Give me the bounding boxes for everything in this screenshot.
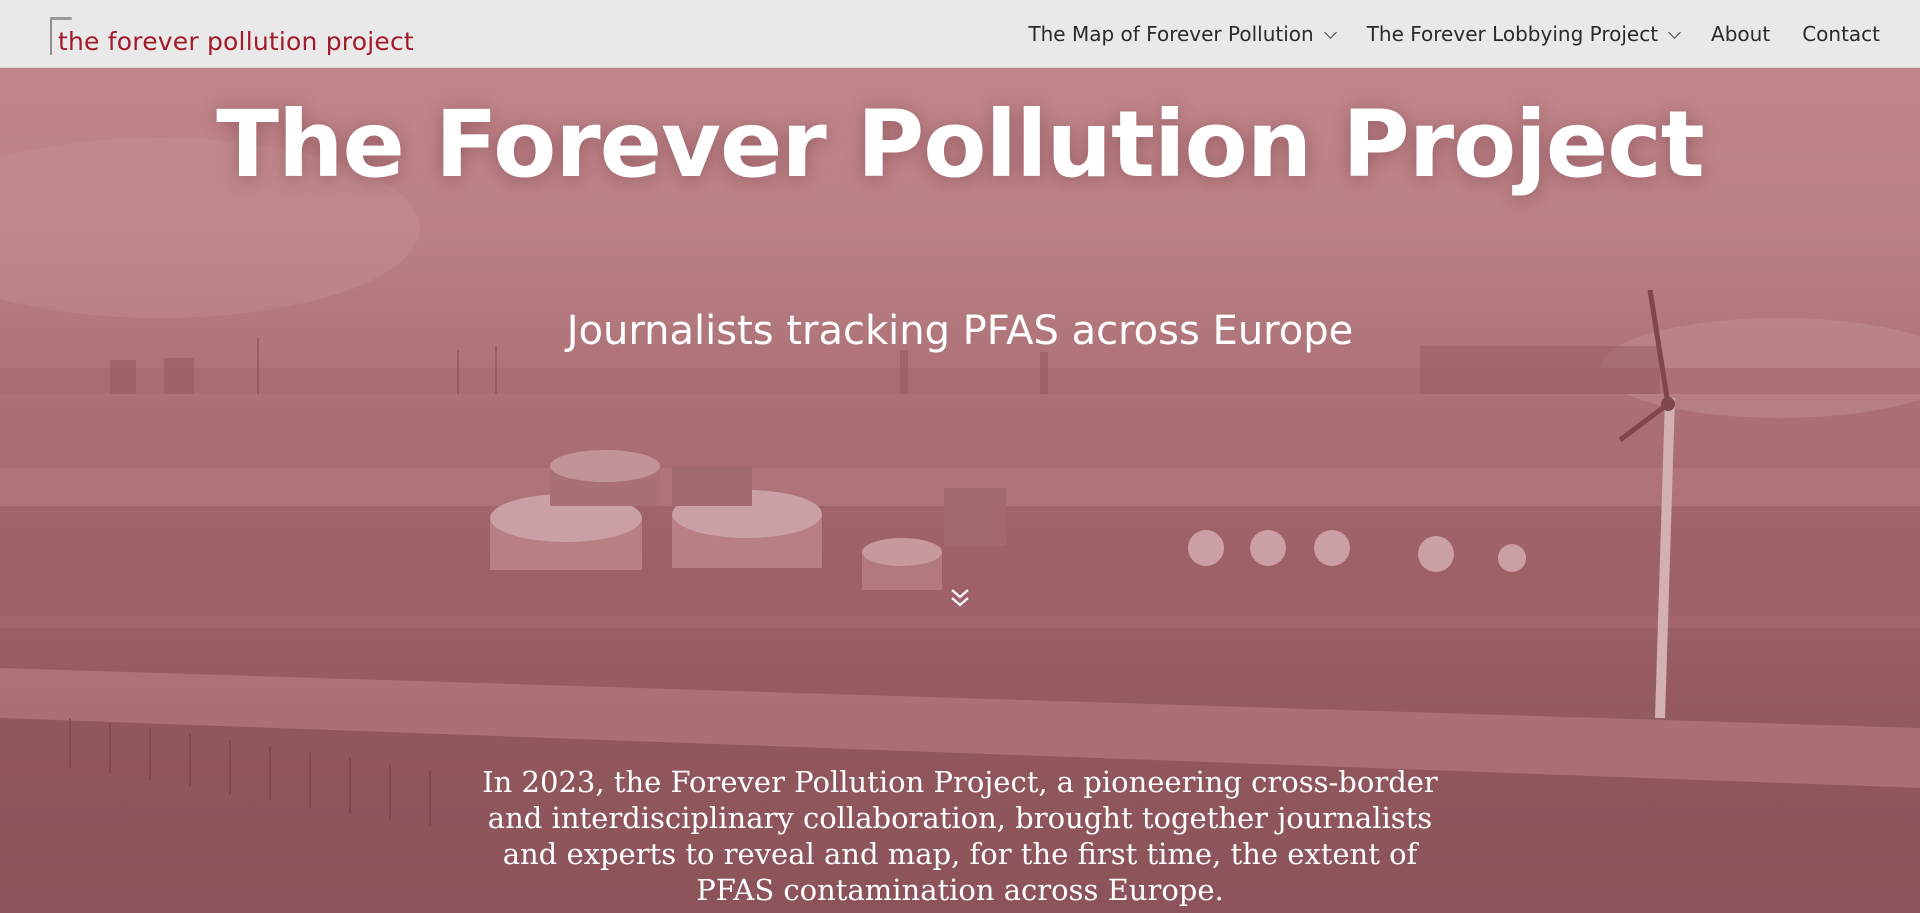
nav-item-label: The Forever Lobbying Project [1366,22,1659,46]
nav-item-map[interactable]: The Map of Forever Pollution [1028,22,1337,46]
logo-lamppost-icon [48,15,72,55]
logo-text: the forever pollution project [58,27,414,56]
main-nav: The Map of Forever Pollution The Forever… [1028,0,1880,68]
hero-title: The Forever Pollution Project [216,91,1704,198]
double-chevron-down-icon[interactable] [948,586,972,610]
nav-item-label: About [1711,22,1771,46]
nav-item-label: Contact [1802,22,1880,46]
nav-item-lobbying[interactable]: The Forever Lobbying Project [1366,22,1681,46]
site-header: the forever pollution project The Map of… [0,0,1920,68]
intro-paragraph: In 2023, the Forever Pollution Project, … [482,765,1438,907]
nav-item-about[interactable]: About [1711,22,1770,46]
hero-subtitle: Journalists tracking PFAS across Europe [566,308,1354,354]
nav-item-contact[interactable]: Contact [1802,22,1880,46]
site-logo[interactable]: the forever pollution project [48,15,414,55]
chevron-down-icon [1668,25,1681,39]
chevron-down-icon [1323,25,1337,39]
hero-section: The Forever Pollution Project Journalist… [0,68,1920,913]
nav-item-label: The Map of Forever Pollution [1028,22,1314,46]
